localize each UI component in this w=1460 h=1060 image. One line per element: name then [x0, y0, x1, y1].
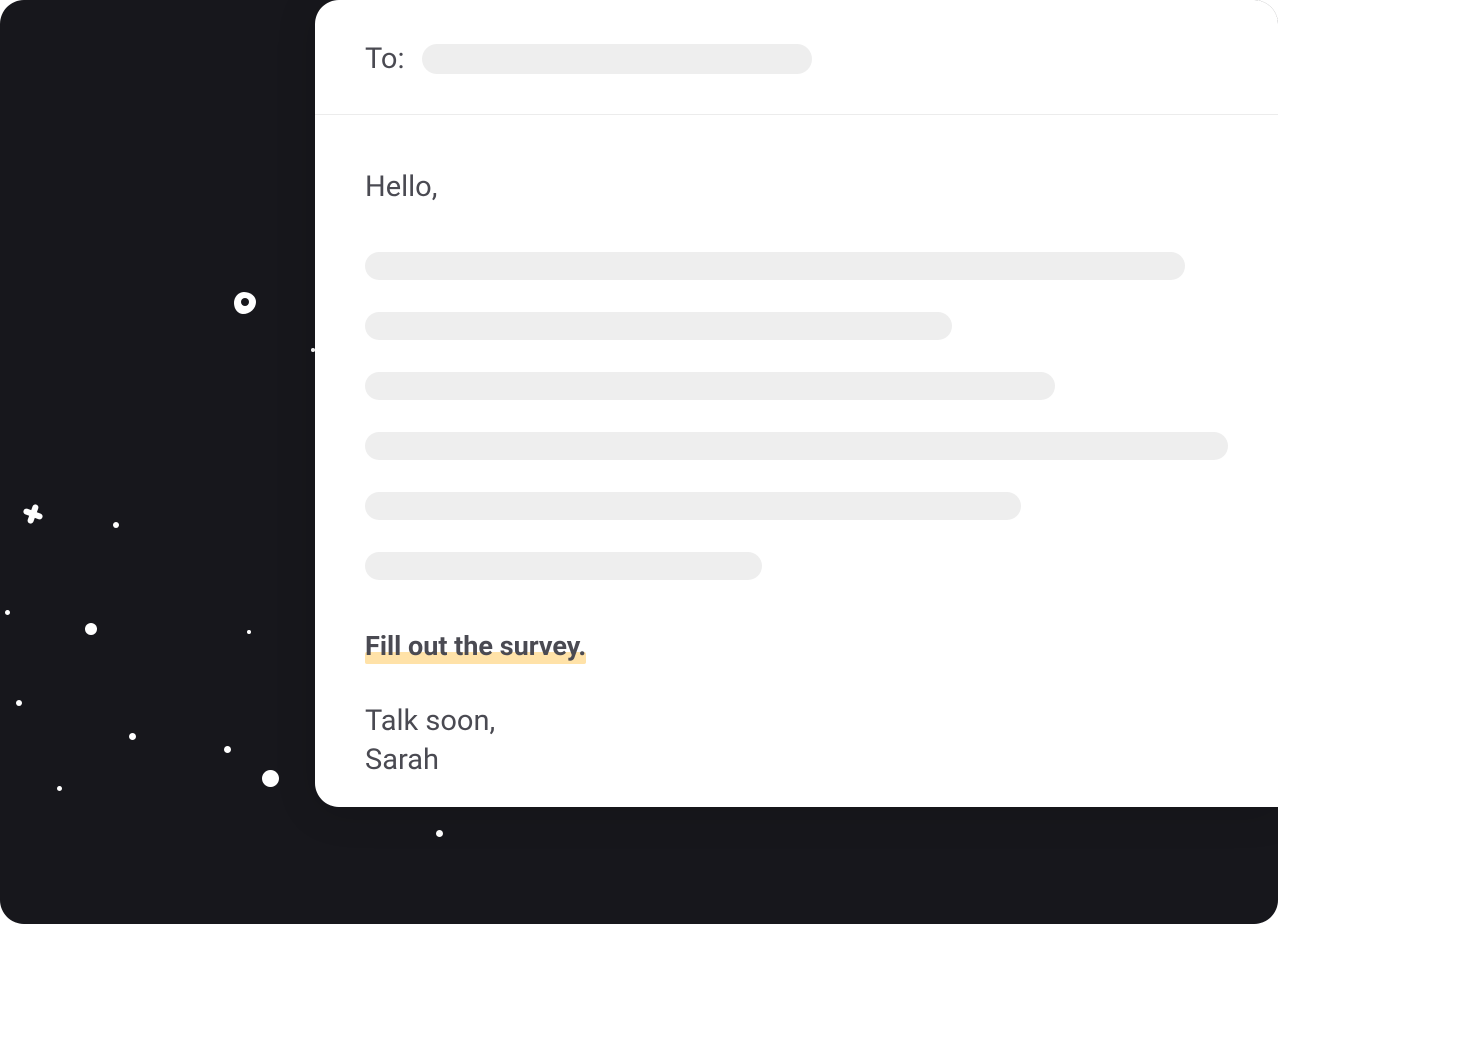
body-placeholder-line [365, 372, 1055, 400]
to-label: To: [365, 42, 404, 76]
cross-icon [20, 501, 46, 527]
closing-phrase: Talk soon, [365, 704, 495, 738]
survey-link[interactable]: Fill out the survey. [365, 630, 586, 662]
body-placeholder-line [365, 552, 762, 580]
email-body[interactable]: Hello, Fill out the survey. Talk soon, S… [315, 115, 1278, 807]
star-icon [57, 786, 62, 791]
email-compose-card: To: Hello, Fill out the survey. Talk soo… [315, 0, 1278, 807]
greeting-text: Hello, [365, 170, 1228, 204]
signature: Sarah [365, 743, 439, 777]
star-icon [247, 630, 251, 634]
star-icon [113, 522, 119, 528]
star-icon [129, 733, 136, 740]
body-placeholder-line [365, 432, 1228, 460]
body-placeholder-line [365, 312, 952, 340]
blob-icon [234, 292, 256, 314]
to-field-row: To: [315, 0, 1278, 115]
star-icon [16, 700, 22, 706]
closing-text: Talk soon, Sarah [365, 702, 1228, 780]
space-background: To: Hello, Fill out the survey. Talk soo… [0, 0, 1278, 924]
star-icon [436, 830, 443, 837]
body-placeholder-line [365, 252, 1185, 280]
star-icon [224, 746, 231, 753]
body-placeholder-line [365, 492, 1021, 520]
star-icon [5, 610, 10, 615]
to-input-placeholder[interactable] [422, 44, 812, 74]
star-icon [85, 623, 97, 635]
star-icon [262, 770, 279, 787]
